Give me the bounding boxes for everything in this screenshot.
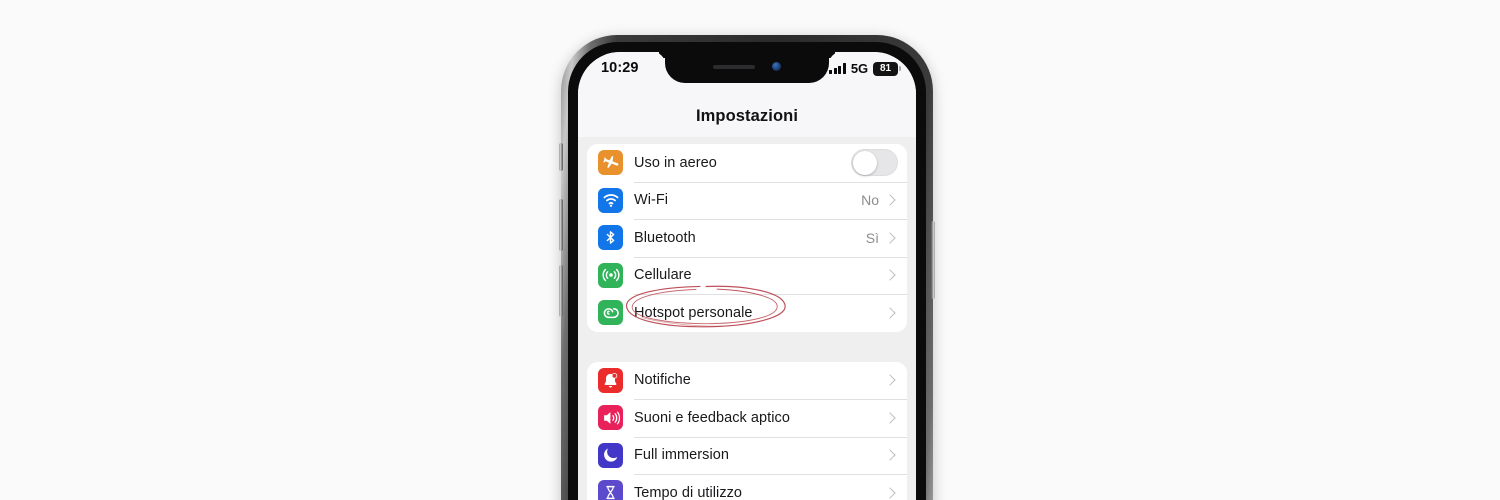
settings-row-label: Cellulare	[634, 267, 692, 284]
chevron-right-icon	[884, 269, 896, 281]
status-bar: 10:29 5G 81	[578, 52, 916, 96]
silent-switch-button[interactable]	[559, 143, 563, 171]
toggle-knob	[852, 150, 877, 175]
settings-list[interactable]: Uso in aereo Wi-Fi No Bluetooth Sì Cellulare H…	[578, 137, 916, 500]
settings-row-value: No	[861, 192, 879, 209]
settings-row-label: Bluetooth	[634, 229, 696, 246]
chevron-right-icon	[884, 487, 896, 499]
settings-row-label: Full immersion	[634, 447, 729, 464]
cellular-antenna-icon	[598, 262, 623, 288]
display-notch	[665, 52, 829, 83]
status-bar-indicators: 5G 81	[829, 61, 901, 76]
settings-row-label: Wi-Fi	[634, 192, 669, 209]
phone-screen: 10:29 5G 81 Impostazioni Uso in aereo Wi-…	[578, 52, 916, 500]
chevron-right-icon	[884, 412, 896, 424]
settings-row[interactable]: Bluetooth Sì	[587, 219, 907, 257]
navigation-bar: Impostazioni	[578, 96, 916, 137]
chevron-right-icon	[884, 449, 896, 461]
speaker-grille-icon	[713, 64, 755, 69]
status-bar-time: 10:29	[601, 60, 639, 76]
network-type-label: 5G	[850, 61, 868, 76]
settings-row-label: Notifiche	[634, 372, 691, 389]
volume-down-button[interactable]	[559, 265, 563, 317]
hourglass-icon	[598, 480, 623, 500]
settings-row[interactable]: Hotspot personale	[587, 294, 907, 332]
settings-row-label: Suoni e feedback aptico	[634, 409, 790, 426]
phone-device-mockup: 10:29 5G 81 Impostazioni Uso in aereo Wi-…	[559, 35, 935, 500]
settings-group-notifications: Notifiche Suoni e feedback aptico Full imm…	[587, 361, 907, 500]
settings-row[interactable]: Suoni e feedback aptico	[587, 399, 907, 437]
settings-row[interactable]: Uso in aereo	[587, 144, 907, 182]
settings-row-value: Sì	[865, 229, 879, 246]
airplane-icon	[598, 150, 623, 176]
wifi-icon	[598, 187, 623, 213]
speaker-wave-icon	[598, 405, 623, 431]
page-title: Impostazioni	[695, 107, 799, 125]
chevron-right-icon	[884, 374, 896, 386]
chevron-right-icon	[884, 194, 896, 206]
bell-icon	[598, 367, 623, 393]
settings-row-label: Hotspot personale	[634, 304, 753, 321]
settings-row[interactable]: Cellulare	[587, 256, 907, 294]
volume-up-button[interactable]	[559, 199, 563, 251]
chevron-right-icon	[884, 232, 896, 244]
front-camera-icon	[772, 62, 781, 71]
power-button[interactable]	[931, 221, 935, 299]
crescent-moon-icon	[598, 442, 623, 468]
chevron-right-icon	[884, 307, 896, 319]
settings-row[interactable]: Wi-Fi No	[587, 181, 907, 219]
battery-indicator: 81	[873, 61, 901, 76]
cellular-signal-bars-icon	[829, 63, 846, 74]
settings-row-label: Uso in aereo	[634, 154, 717, 171]
settings-row[interactable]: Tempo di utilizzo	[587, 474, 907, 500]
settings-row[interactable]: Notifiche	[587, 361, 907, 399]
personal-hotspot-icon	[598, 300, 623, 326]
settings-row-label: Tempo di utilizzo	[634, 484, 743, 500]
settings-group-connectivity: Uso in aereo Wi-Fi No Bluetooth Sì Cellulare H…	[587, 144, 907, 332]
bluetooth-icon	[598, 225, 623, 251]
settings-row[interactable]: Full immersion	[587, 436, 907, 474]
airplane-mode-toggle[interactable]	[851, 149, 898, 177]
